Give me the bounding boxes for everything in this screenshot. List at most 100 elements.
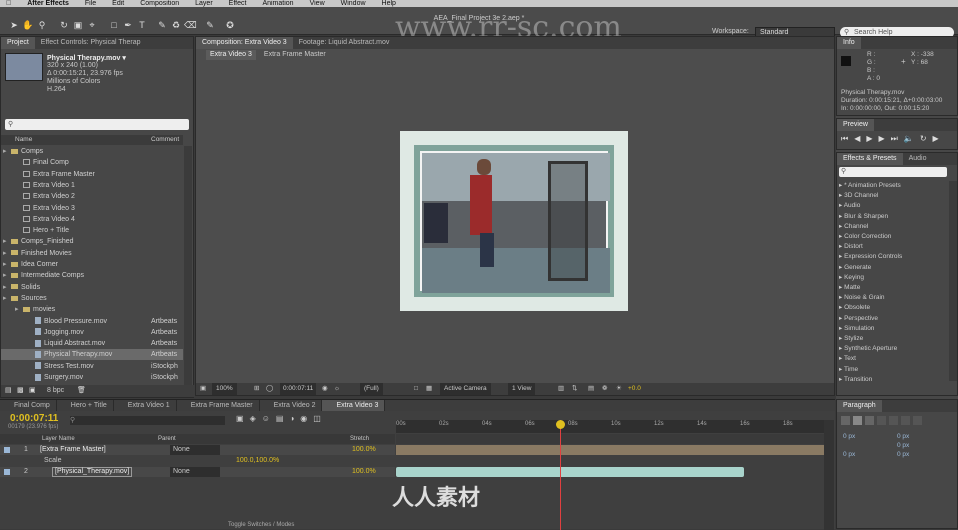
- effects-category[interactable]: ▸ Transition: [839, 375, 872, 385]
- effects-category[interactable]: ▸ * Animation Presets: [839, 181, 901, 191]
- layer-stretch[interactable]: 100.0%: [352, 467, 376, 477]
- effects-category[interactable]: ▸ Time: [839, 365, 858, 375]
- timeline-search-input[interactable]: ⚲: [70, 416, 225, 425]
- exposure-icon[interactable]: ☀: [616, 383, 622, 395]
- project-item[interactable]: Extra Video 3: [1, 203, 183, 214]
- indent-right-value[interactable]: 0 px: [897, 433, 909, 440]
- timeline-tab[interactable]: Final Comp: [0, 400, 57, 411]
- menu-effect[interactable]: Effect: [221, 0, 255, 7]
- column-name[interactable]: Name: [15, 135, 32, 145]
- work-area-bar[interactable]: [396, 434, 824, 444]
- brush-tool-icon[interactable]: ✎: [156, 19, 168, 31]
- first-frame-icon[interactable]: ⏮: [841, 134, 848, 144]
- timeline-tab[interactable]: Extra Video 3: [322, 400, 386, 411]
- project-item[interactable]: Blood Pressure.mov Artbeats: [1, 316, 183, 327]
- project-item[interactable]: Extra Video 1: [1, 180, 183, 191]
- loop-icon[interactable]: ↻: [920, 134, 927, 144]
- align-right-icon[interactable]: [865, 416, 874, 425]
- disclosure-triangle-icon[interactable]: ▸: [3, 236, 11, 247]
- project-item[interactable]: ▸ movies: [1, 304, 183, 315]
- effects-category[interactable]: ▸ Audio: [839, 201, 860, 211]
- effects-category[interactable]: ▸ Color Correction: [839, 232, 891, 242]
- snapshot-icon[interactable]: ◉: [322, 383, 328, 395]
- layer-2-duration-bar[interactable]: [396, 467, 744, 477]
- pan-behind-tool-icon[interactable]: ⌖: [86, 19, 98, 31]
- magnification-icon[interactable]: ▣: [200, 383, 206, 395]
- menu-edit[interactable]: Edit: [104, 0, 132, 7]
- new-folder-icon[interactable]: ▩: [17, 385, 24, 397]
- toggle-switches-modes[interactable]: Toggle Switches / Modes: [228, 522, 294, 528]
- align-center-icon[interactable]: [853, 416, 862, 425]
- effects-search-input[interactable]: ⚲: [839, 167, 947, 177]
- menu-view[interactable]: View: [302, 0, 333, 7]
- shy-icon[interactable]: ☺: [262, 414, 270, 423]
- disclosure-triangle-icon[interactable]: ▸: [3, 282, 11, 293]
- project-item[interactable]: Liquid Abstract.mov Artbeats: [1, 338, 183, 349]
- effects-category[interactable]: ▸ Text: [839, 354, 856, 364]
- layer-name[interactable]: [Physical_Therapy.mov]: [52, 467, 133, 477]
- menu-file[interactable]: File: [77, 0, 104, 7]
- column-parent[interactable]: Parent: [158, 434, 176, 444]
- next-frame-icon[interactable]: ▶: [879, 134, 885, 144]
- brainstorm-icon[interactable]: ◉: [300, 414, 307, 423]
- layer-1-duration-bar[interactable]: [396, 445, 824, 455]
- view-layout-select[interactable]: 1 View: [508, 383, 536, 395]
- tab-info[interactable]: Info: [837, 37, 861, 49]
- project-item[interactable]: ▸ Intermediate Comps: [1, 270, 183, 281]
- tab-composition[interactable]: Composition: Extra Video 3: [196, 37, 293, 49]
- breadcrumb-extra-frame-master[interactable]: Extra Frame Master: [260, 50, 330, 60]
- draft-3d-icon[interactable]: ◈: [250, 414, 256, 423]
- previous-frame-icon[interactable]: ◀: [854, 134, 860, 144]
- layer-name[interactable]: [Extra Frame Master]: [40, 445, 106, 455]
- column-comment[interactable]: Comment: [151, 135, 179, 145]
- project-search-input[interactable]: ⚲: [5, 119, 189, 130]
- disclosure-triangle-icon[interactable]: ▸: [3, 293, 11, 304]
- last-frame-icon[interactable]: ⏭: [891, 134, 898, 144]
- grid-icon[interactable]: ⊞: [254, 383, 259, 395]
- disclosure-triangle-icon[interactable]: ▸: [3, 248, 11, 259]
- timeline-icon[interactable]: ▤: [588, 383, 594, 395]
- timeline-scrollbar[interactable]: [824, 420, 834, 530]
- effects-category[interactable]: ▸ 3D Channel: [839, 191, 878, 201]
- justify-left-icon[interactable]: [877, 416, 886, 425]
- tab-project[interactable]: Project: [1, 37, 35, 49]
- tab-effects-presets[interactable]: Effects & Presets: [837, 153, 903, 165]
- motion-blur-icon[interactable]: ◑: [289, 414, 294, 423]
- camera-select[interactable]: Active Camera: [440, 383, 491, 395]
- current-time-indicator[interactable]: [560, 420, 561, 530]
- disclosure-triangle-icon[interactable]: ▸: [15, 304, 23, 315]
- roi-icon[interactable]: □: [414, 383, 418, 395]
- toggle-pixel-icon[interactable]: ▥: [558, 383, 564, 395]
- project-item[interactable]: Stress Test.mov iStockph: [1, 361, 183, 372]
- project-scrollbar[interactable]: [184, 146, 192, 386]
- tab-audio[interactable]: Audio: [903, 153, 933, 165]
- menu-window[interactable]: Window: [333, 0, 374, 7]
- interpret-footage-icon[interactable]: ▤: [5, 385, 12, 397]
- effects-category[interactable]: ▸ Perspective: [839, 314, 878, 324]
- effects-category[interactable]: ▸ Noise & Grain: [839, 293, 885, 303]
- zoom-select[interactable]: 100%: [212, 383, 237, 395]
- justify-all-icon[interactable]: [913, 416, 922, 425]
- menu-animation[interactable]: Animation: [254, 0, 301, 7]
- menu-layer[interactable]: Layer: [187, 0, 221, 7]
- comp-mini-flowchart-icon[interactable]: ▣: [236, 414, 244, 423]
- timeline-tab[interactable]: Extra Video 1: [114, 400, 177, 411]
- effects-category[interactable]: ▸ Blur & Sharpen: [839, 212, 888, 222]
- playhead-handle[interactable]: [556, 420, 565, 429]
- ram-preview-icon[interactable]: ▶: [933, 134, 939, 144]
- tab-paragraph[interactable]: Paragraph: [837, 400, 882, 412]
- exposure-value[interactable]: +0.0: [628, 383, 641, 395]
- layer-row-2[interactable]: 2 [Physical_Therapy.mov] None 100.0%: [0, 467, 395, 477]
- effects-category[interactable]: ▸ Distort: [839, 242, 863, 252]
- effects-category[interactable]: ▸ Simulation: [839, 324, 874, 334]
- menu-app-name[interactable]: After Effects: [19, 0, 77, 7]
- menu-composition[interactable]: Composition: [132, 0, 187, 7]
- eraser-tool-icon[interactable]: ⌫: [184, 19, 197, 31]
- resolution-select[interactable]: (Full): [360, 383, 383, 395]
- project-item[interactable]: Extra Frame Master: [1, 169, 183, 180]
- effects-category[interactable]: ▸ Expression Controls: [839, 252, 902, 262]
- clone-tool-icon[interactable]: ♻: [170, 19, 182, 31]
- project-item[interactable]: ▸ Sources: [1, 293, 183, 304]
- project-item[interactable]: Hero + Title: [1, 225, 183, 236]
- show-snapshot-icon[interactable]: ☼: [334, 383, 340, 395]
